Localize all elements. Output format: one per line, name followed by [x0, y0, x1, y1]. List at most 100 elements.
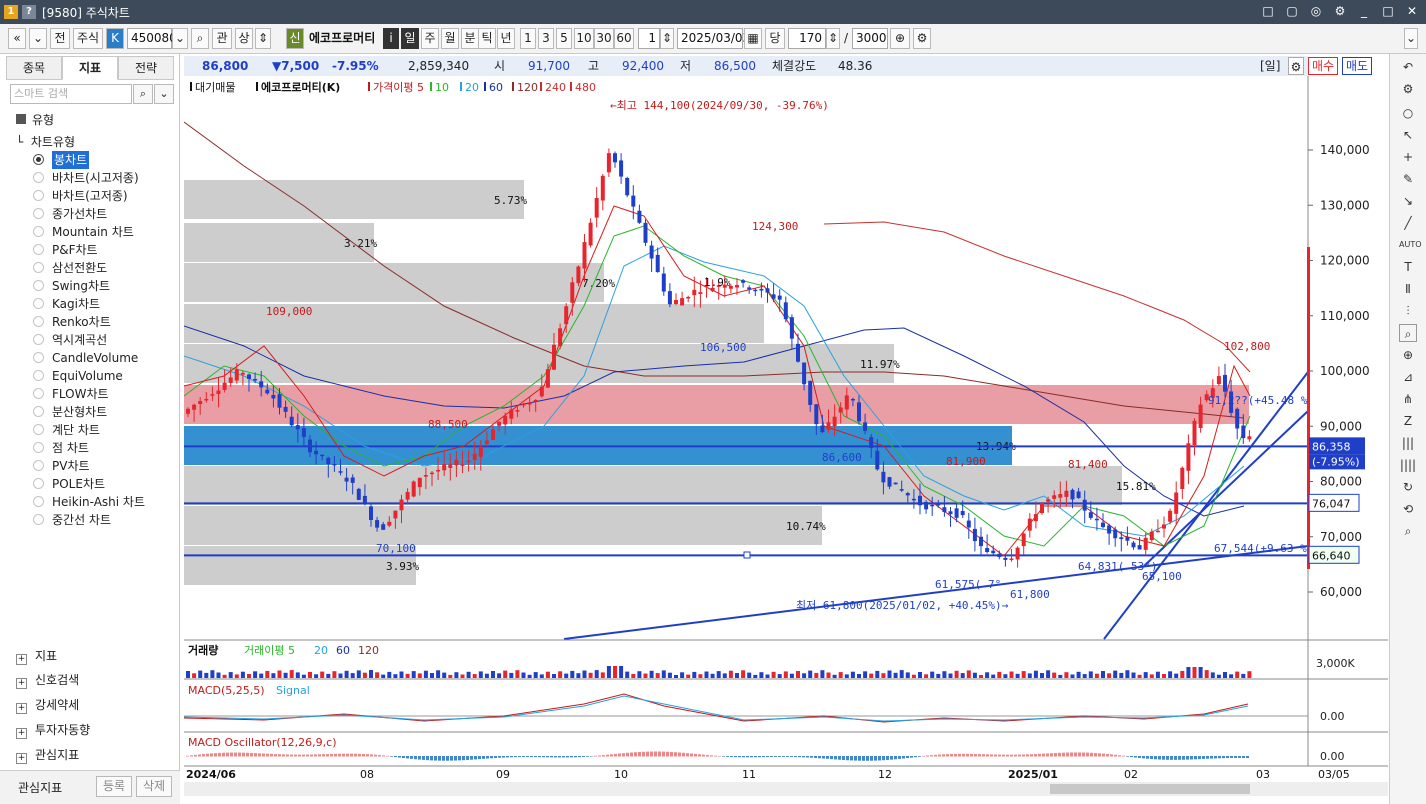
period-tick[interactable]: 틱	[478, 28, 496, 49]
grid-icon[interactable]: ||||	[1399, 456, 1417, 474]
chart-type-radio[interactable]	[33, 460, 44, 471]
delete-button[interactable]: 삭제	[136, 776, 172, 797]
section-strength[interactable]: + 강세약세	[16, 696, 79, 714]
minimize-icon[interactable]: _	[1356, 3, 1372, 19]
category-type[interactable]: 유형	[16, 111, 54, 129]
chart-type-item[interactable]: 분산형차트	[52, 403, 107, 421]
zoom-in-icon[interactable]: ⊕	[1399, 346, 1417, 364]
zoom-icon[interactable]: ⊕	[890, 28, 910, 49]
chart-type-item[interactable]: 계단 차트	[52, 421, 100, 439]
interval-input[interactable]: 1	[638, 28, 660, 49]
interval-3[interactable]: 3	[538, 28, 554, 49]
circle-icon[interactable]: ○	[1399, 104, 1417, 122]
chart-type-item[interactable]: 중간선 차트	[52, 511, 111, 529]
chart-type-radio[interactable]	[33, 190, 44, 201]
maximize-icon[interactable]: □	[1380, 3, 1396, 19]
chart-type-item[interactable]: CandleVolume	[52, 349, 138, 367]
chart-type-item[interactable]: Renko차트	[52, 313, 111, 331]
chart-type-radio[interactable]	[33, 154, 44, 165]
chart-type-item[interactable]: PV차트	[52, 457, 90, 475]
chart-type-radio[interactable]	[33, 442, 44, 453]
chart-type-radio[interactable]	[33, 370, 44, 381]
close-icon[interactable]: ✕	[1404, 3, 1420, 19]
chart-type-radio[interactable]	[33, 226, 44, 237]
undo-icon[interactable]: ↶	[1399, 58, 1417, 76]
jeon-button[interactable]: 전	[50, 28, 70, 49]
section-indicators[interactable]: + 지표	[16, 647, 57, 665]
period-day[interactable]: 일	[401, 28, 419, 49]
chart-type-radio[interactable]	[33, 424, 44, 435]
reset-icon[interactable]: ⟲	[1399, 500, 1417, 518]
chart-type-radio[interactable]	[33, 334, 44, 345]
chart-type-item[interactable]: 종가선차트	[52, 205, 107, 223]
settings-icon[interactable]: ⚙	[1399, 80, 1417, 98]
chart-type-item[interactable]: POLE차트	[52, 475, 105, 493]
chart-type-item[interactable]: FLOW차트	[52, 385, 109, 403]
auto-icon[interactable]: AUTO	[1399, 236, 1422, 254]
measure-icon[interactable]: ⊿	[1399, 368, 1417, 386]
period-week[interactable]: 주	[421, 28, 439, 49]
gwan-button[interactable]: 관	[212, 28, 232, 49]
info-button[interactable]: i	[383, 28, 399, 49]
expand-icon[interactable]: ⌄	[154, 84, 174, 104]
interval-spin[interactable]: ⇕	[660, 28, 674, 49]
chart-type-radio[interactable]	[33, 262, 44, 273]
toolbar-dropdown-icon[interactable]: ⌄	[1404, 28, 1418, 49]
section-investor[interactable]: + 투자자동향	[16, 721, 90, 739]
chart-type-radio[interactable]	[33, 298, 44, 309]
history-dropdown[interactable]: ⌄	[29, 28, 47, 49]
chart-type-item[interactable]: 역시계곡선	[52, 331, 107, 349]
chart-type-radio[interactable]	[33, 478, 44, 489]
section-signal-search[interactable]: + 신호검색	[16, 671, 79, 689]
sang-button[interactable]: 상	[235, 28, 253, 49]
window-ctrl-1[interactable]: □	[1260, 3, 1276, 19]
chart-type-item[interactable]: 바차트(고저종)	[52, 187, 128, 205]
date-input[interactable]: 2025/03/03	[677, 28, 750, 49]
bars-icon[interactable]: |||	[1399, 434, 1417, 452]
chart-svg[interactable]: 5.73%3.21%7.20%11.97%13.94%10.74%3.93% ←…	[183, 76, 1388, 796]
chart-type-item[interactable]: Swing차트	[52, 277, 110, 295]
chart-type-item[interactable]: Kagi차트	[52, 295, 100, 313]
window-ctrl-2[interactable]: ▢	[1284, 3, 1300, 19]
chart-area[interactable]: 5.73% 3.21% 7.20% 11.97% 13.94% 10.74% 3.93% ←…	[183, 76, 1388, 796]
chart-type-radio[interactable]	[33, 406, 44, 417]
gear-icon[interactable]: ⚙	[1288, 57, 1304, 75]
trendline-icon[interactable]: ↘	[1399, 192, 1417, 210]
max-count-input[interactable]: 3000	[852, 28, 888, 49]
chart-type-item[interactable]: P&F차트	[52, 241, 98, 259]
window-ctrl-3[interactable]: ◎	[1308, 3, 1324, 19]
chart-type-radio[interactable]	[33, 208, 44, 219]
buy-button[interactable]: 매수	[1308, 57, 1338, 75]
interval-60[interactable]: 60	[614, 28, 634, 49]
line-icon[interactable]: ╱	[1399, 214, 1417, 232]
interval-1[interactable]: 1	[520, 28, 536, 49]
chart-type-item[interactable]: Mountain 차트	[52, 223, 134, 241]
prev-button[interactable]: «	[8, 28, 26, 49]
chart-type-item[interactable]: Heikin-Ashi 차트	[52, 493, 145, 511]
magnet-icon[interactable]: ⋔	[1399, 390, 1417, 408]
z-icon[interactable]: Z	[1399, 412, 1417, 430]
tab-indicators[interactable]: 지표	[62, 56, 118, 80]
chart-type-radio[interactable]	[33, 388, 44, 399]
dang-button[interactable]: 당	[765, 28, 785, 49]
period-year[interactable]: 년	[497, 28, 515, 49]
chart-type-item[interactable]: 점 차트	[52, 439, 89, 457]
stock-code-input[interactable]: 450080	[127, 28, 177, 49]
period-month[interactable]: 월	[441, 28, 459, 49]
code-dropdown[interactable]: ⌄	[172, 28, 188, 49]
register-button[interactable]: 등록	[96, 776, 132, 797]
interval-5[interactable]: 5	[556, 28, 572, 49]
calendar-icon[interactable]: ▦	[744, 28, 762, 49]
interval-10[interactable]: 10	[574, 28, 594, 49]
count-spin[interactable]: ⇕	[826, 28, 840, 49]
section-favorite[interactable]: + 관심지표	[16, 746, 79, 764]
text-icon[interactable]: T	[1399, 258, 1417, 276]
market-k-badge[interactable]: K	[106, 28, 124, 49]
plus-line-icon[interactable]: +	[1399, 148, 1417, 166]
sin-badge[interactable]: 신	[286, 28, 304, 49]
group-chart-types[interactable]: └ 차트유형	[16, 133, 75, 151]
chart-settings-icon[interactable]: ⚙	[913, 28, 931, 49]
chart-type-radio[interactable]	[33, 280, 44, 291]
tab-strategy[interactable]: 전략	[118, 56, 174, 80]
fibo-icon[interactable]: Ⅱ	[1399, 280, 1417, 298]
